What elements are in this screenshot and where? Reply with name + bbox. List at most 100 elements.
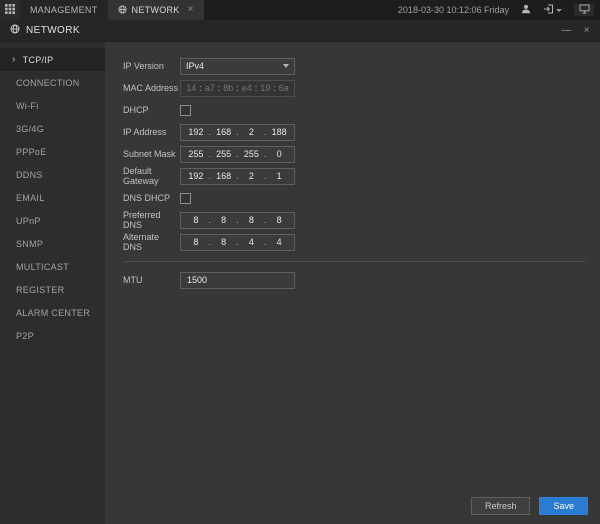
apps-grid-button[interactable] bbox=[0, 0, 20, 20]
ip-octet[interactable]: 255 bbox=[212, 149, 236, 159]
save-button[interactable]: Save bbox=[539, 497, 588, 515]
datetime-display: 2018-03-30 10:12:06 Friday bbox=[398, 5, 509, 15]
mac-segment: 19 bbox=[258, 83, 273, 93]
sidebar-item-label: SNMP bbox=[16, 239, 43, 249]
sidebar-item-multicast[interactable]: MULTICAST bbox=[0, 255, 105, 278]
preferred-dns-input[interactable]: 8 . 8 . 8 . 8 bbox=[180, 212, 295, 229]
alternate-dns-input[interactable]: 8 . 8 . 4 . 4 bbox=[180, 234, 295, 251]
tcpip-settings-panel: IP Version IPv4 MAC Address 14 : a7 : 8b… bbox=[105, 42, 600, 524]
preferred-dns-row: Preferred DNS 8 . 8 . 8 . 8 bbox=[105, 209, 600, 231]
close-icon[interactable]: × bbox=[584, 26, 590, 36]
subnet-mask-input[interactable]: 255 . 255 . 255 . 0 bbox=[180, 146, 295, 163]
panel-title-bar: NETWORK — × bbox=[0, 20, 600, 42]
mac-address-label: MAC Address bbox=[123, 83, 180, 93]
sidebar-item-pppoe[interactable]: PPPoE bbox=[0, 140, 105, 163]
ip-octet[interactable]: 168 bbox=[212, 127, 236, 137]
mtu-label: MTU bbox=[123, 275, 180, 285]
subnet-mask-row: Subnet Mask 255 . 255 . 255 . 0 bbox=[105, 143, 600, 165]
sidebar-item-p2p[interactable]: P2P bbox=[0, 324, 105, 347]
sidebar-item-connection[interactable]: CONNECTION bbox=[0, 71, 105, 94]
panel-body: › TCP/IP CONNECTION Wi-Fi 3G/4G PPPoE DD… bbox=[0, 42, 600, 524]
ip-octet[interactable]: 168 bbox=[212, 171, 236, 181]
refresh-button[interactable]: Refresh bbox=[471, 497, 531, 515]
ip-octet[interactable]: 255 bbox=[240, 149, 264, 159]
ip-octet[interactable]: 2 bbox=[240, 171, 264, 181]
display-settings-button[interactable] bbox=[574, 4, 594, 16]
sidebar-item-wifi[interactable]: Wi-Fi bbox=[0, 94, 105, 117]
sidebar-item-snmp[interactable]: SNMP bbox=[0, 232, 105, 255]
logout-caret-icon bbox=[556, 9, 562, 12]
ip-octet[interactable]: 188 bbox=[267, 127, 291, 137]
ip-address-input[interactable]: 192 . 168 . 2 . 188 bbox=[180, 124, 295, 141]
preferred-dns-label: Preferred DNS bbox=[123, 210, 180, 230]
logout-button[interactable] bbox=[543, 4, 562, 16]
ip-octet[interactable]: 4 bbox=[240, 237, 264, 247]
ip-octet[interactable]: 8 bbox=[240, 215, 264, 225]
mac-segment: 14 bbox=[184, 83, 199, 93]
sidebar-item-tcpip[interactable]: › TCP/IP bbox=[0, 48, 105, 71]
mac-segment: a7 bbox=[203, 83, 218, 93]
ip-octet[interactable]: 1 bbox=[267, 171, 291, 181]
mac-segment: e4 bbox=[240, 83, 255, 93]
ip-octet[interactable]: 8 bbox=[212, 215, 236, 225]
mac-address-input: 14 : a7 : 8b : e4 : 19 : 6a bbox=[180, 80, 295, 97]
sidebar-item-label: TCP/IP bbox=[23, 55, 54, 65]
tab-management-label: MANAGEMENT bbox=[30, 5, 98, 15]
sidebar-item-upnp[interactable]: UPnP bbox=[0, 209, 105, 232]
nvr-screen: MANAGEMENT NETWORK × 2018-03-30 10:12:06… bbox=[0, 0, 600, 524]
dhcp-checkbox[interactable] bbox=[180, 105, 191, 116]
sidebar-item-label: MULTICAST bbox=[16, 262, 69, 272]
ip-octet[interactable]: 8 bbox=[184, 237, 208, 247]
ip-octet[interactable]: 8 bbox=[212, 237, 236, 247]
sidebar-item-label: EMAIL bbox=[16, 193, 45, 203]
alternate-dns-label: Alternate DNS bbox=[123, 232, 180, 252]
ip-octet[interactable]: 8 bbox=[267, 215, 291, 225]
default-gateway-label: Default Gateway bbox=[123, 166, 180, 186]
mac-segment: 6a bbox=[277, 83, 292, 93]
tab-network-label: NETWORK bbox=[132, 5, 180, 15]
ip-octet[interactable]: 2 bbox=[240, 127, 264, 137]
ip-version-select[interactable]: IPv4 bbox=[180, 58, 295, 75]
sidebar-item-label: DDNS bbox=[16, 170, 43, 180]
sidebar-item-label: ALARM CENTER bbox=[16, 308, 90, 318]
default-gateway-row: Default Gateway 192 . 168 . 2 . 1 bbox=[105, 165, 600, 187]
chevron-down-icon bbox=[283, 64, 289, 68]
network-panel-icon bbox=[10, 24, 20, 37]
section-divider bbox=[123, 261, 586, 262]
dhcp-row: DHCP bbox=[105, 99, 600, 121]
ip-octet[interactable]: 192 bbox=[184, 127, 208, 137]
sidebar-item-email[interactable]: EMAIL bbox=[0, 186, 105, 209]
ip-octet[interactable]: 8 bbox=[184, 215, 208, 225]
tab-close-icon[interactable]: × bbox=[188, 5, 194, 15]
default-gateway-input[interactable]: 192 . 168 . 2 . 1 bbox=[180, 168, 295, 185]
sidebar-item-label: PPPoE bbox=[16, 147, 47, 157]
dhcp-label: DHCP bbox=[123, 105, 180, 115]
user-account-button[interactable] bbox=[521, 4, 531, 16]
sidebar-item-ddns[interactable]: DDNS bbox=[0, 163, 105, 186]
user-icon bbox=[521, 4, 531, 16]
subnet-mask-label: Subnet Mask bbox=[123, 149, 180, 159]
top-bar-right: 2018-03-30 10:12:06 Friday bbox=[398, 0, 600, 20]
mac-address-row: MAC Address 14 : a7 : 8b : e4 : 19 : 6a bbox=[105, 77, 600, 99]
tab-network[interactable]: NETWORK × bbox=[108, 0, 204, 20]
sidebar-item-label: 3G/4G bbox=[16, 124, 44, 134]
mtu-input[interactable]: 1500 bbox=[180, 272, 295, 289]
monitor-icon bbox=[579, 4, 590, 16]
active-item-arrow-icon: › bbox=[12, 54, 16, 65]
sidebar: › TCP/IP CONNECTION Wi-Fi 3G/4G PPPoE DD… bbox=[0, 42, 105, 524]
sidebar-item-label: P2P bbox=[16, 331, 34, 341]
ip-octet[interactable]: 192 bbox=[184, 171, 208, 181]
ip-octet[interactable]: 0 bbox=[267, 149, 291, 159]
ip-octet[interactable]: 4 bbox=[267, 237, 291, 247]
dns-dhcp-checkbox[interactable] bbox=[180, 193, 191, 204]
ip-address-label: IP Address bbox=[123, 127, 180, 137]
minimize-icon[interactable]: — bbox=[561, 26, 571, 36]
sidebar-item-alarm-center[interactable]: ALARM CENTER bbox=[0, 301, 105, 324]
sidebar-item-3g4g[interactable]: 3G/4G bbox=[0, 117, 105, 140]
mtu-row: MTU 1500 bbox=[105, 269, 600, 291]
sidebar-item-label: Wi-Fi bbox=[16, 101, 39, 111]
tab-management[interactable]: MANAGEMENT bbox=[20, 0, 108, 20]
ip-octet[interactable]: 255 bbox=[184, 149, 208, 159]
panel-title: NETWORK bbox=[26, 25, 80, 36]
sidebar-item-register[interactable]: REGISTER bbox=[0, 278, 105, 301]
